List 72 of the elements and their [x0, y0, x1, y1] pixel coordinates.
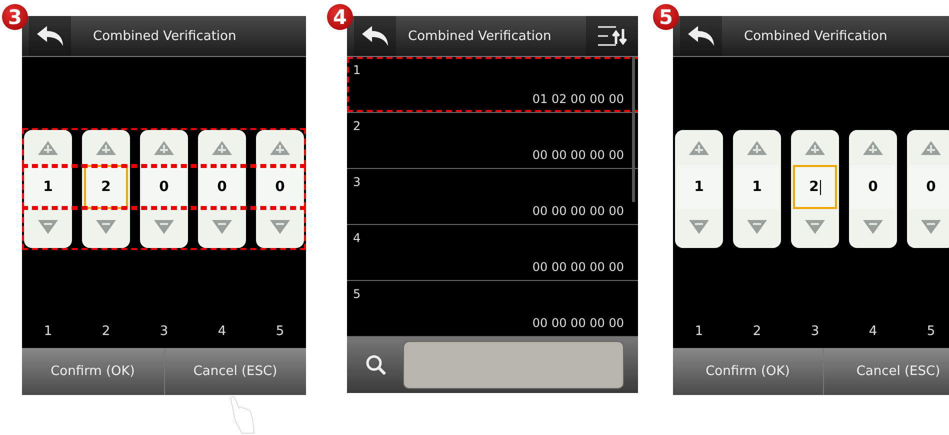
plus-arrow-icon — [95, 140, 117, 156]
back-arrow-icon — [686, 25, 716, 47]
back-button[interactable] — [354, 16, 396, 56]
position-label: 5 — [274, 324, 286, 339]
confirm-button[interactable]: Confirm (OK) — [22, 348, 164, 395]
row-value: 00 00 00 00 00 — [532, 260, 624, 274]
back-arrow-icon — [35, 25, 65, 47]
sort-button[interactable] — [586, 16, 638, 56]
digit-field[interactable]: 1 — [26, 165, 70, 209]
position-label: 3 — [158, 324, 170, 339]
row-number: 5 — [353, 287, 362, 301]
digit-field[interactable]: 2 — [84, 165, 128, 209]
step-badge: 5 — [653, 4, 679, 30]
minus-arrow-icon — [804, 218, 826, 234]
step-badge: 4 — [327, 4, 353, 30]
digit-field[interactable]: 0 — [258, 165, 302, 209]
plus-arrow-icon — [211, 140, 233, 156]
minus-arrow-icon — [920, 218, 942, 234]
back-arrow-icon — [360, 25, 390, 47]
digit-field[interactable]: 0 — [851, 165, 895, 209]
minus-arrow-icon — [688, 218, 710, 234]
plus-arrow-icon — [746, 140, 768, 156]
position-label: 2 — [752, 324, 762, 339]
minus-arrow-icon — [211, 218, 233, 234]
digit-field[interactable]: 1 — [677, 165, 721, 209]
digit-field[interactable]: 2 — [793, 165, 837, 209]
minus-arrow-icon — [95, 218, 117, 234]
plus-arrow-icon — [153, 140, 175, 156]
cancel-button[interactable]: Cancel (ESC) — [822, 348, 949, 395]
row-number: 2 — [353, 119, 362, 133]
position-label: 1 — [42, 324, 54, 339]
position-label: 3 — [810, 324, 820, 339]
plus-arrow-icon — [269, 140, 291, 156]
plus-arrow-icon — [862, 140, 884, 156]
row-number: 1 — [353, 63, 362, 77]
minus-arrow-icon — [37, 218, 59, 234]
plus-arrow-icon — [920, 140, 942, 156]
row-number: 3 — [353, 175, 362, 189]
position-label: 4 — [216, 324, 228, 339]
plus-arrow-icon — [804, 140, 826, 156]
minus-arrow-icon — [269, 218, 291, 234]
sort-icon — [596, 24, 628, 48]
position-label: 2 — [100, 324, 112, 339]
list-row[interactable]: 4 00 00 00 00 00 — [347, 225, 638, 281]
digit-field[interactable]: 0 — [909, 165, 949, 209]
screen-title: Combined Verification — [93, 28, 236, 44]
cancel-button[interactable]: Cancel (ESC) — [164, 348, 306, 395]
screen-title: Combined Verification — [408, 28, 552, 44]
confirm-button[interactable]: Confirm (OK) — [673, 348, 822, 395]
position-label: 4 — [868, 324, 878, 339]
scrollbar[interactable] — [632, 57, 635, 202]
minus-arrow-icon — [746, 218, 768, 234]
digit-field[interactable]: 0 — [200, 165, 244, 209]
position-label: 5 — [926, 324, 936, 339]
row-value: 00 00 00 00 00 — [532, 148, 624, 162]
minus-arrow-icon — [153, 218, 175, 234]
back-button[interactable] — [680, 16, 722, 56]
plus-arrow-icon — [37, 140, 59, 156]
row-value: 00 00 00 00 00 — [532, 204, 624, 218]
screen-title: Combined Verification — [744, 28, 888, 44]
back-button[interactable] — [29, 16, 71, 56]
search-icon — [365, 354, 387, 376]
digit-field[interactable]: 1 — [735, 165, 779, 209]
row-value: 01 02 00 00 00 — [532, 92, 624, 106]
search-field[interactable] — [403, 341, 624, 389]
step-badge: 3 — [2, 4, 28, 30]
row-number: 4 — [353, 231, 362, 245]
plus-arrow-icon — [688, 140, 710, 156]
row-value: 00 00 00 00 00 — [532, 316, 624, 330]
minus-arrow-icon — [862, 218, 884, 234]
digit-field[interactable]: 0 — [142, 165, 186, 209]
position-label: 1 — [694, 324, 704, 339]
